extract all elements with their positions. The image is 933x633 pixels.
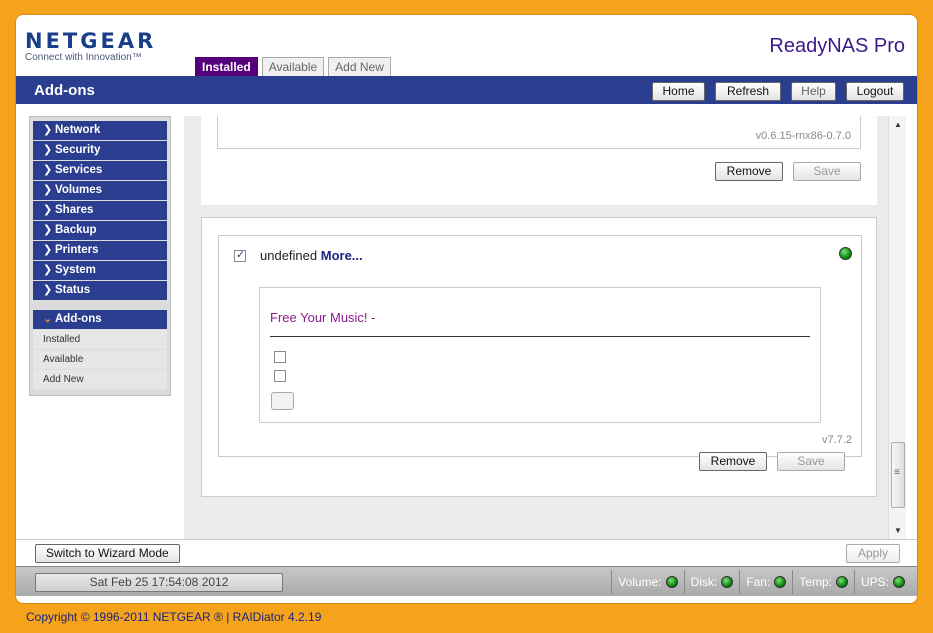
- sidebar-item-shares[interactable]: ❯ Shares: [33, 201, 167, 220]
- sensor-disk[interactable]: Disk:: [683, 570, 740, 594]
- app-frame: NETGEAR Connect with Innovation™ ReadyNA…: [15, 14, 918, 604]
- sidebar-item-label: Volumes: [55, 184, 103, 196]
- tab-available[interactable]: Available: [261, 57, 325, 76]
- chevron-right-icon: ❯: [43, 284, 53, 296]
- sensor-ups[interactable]: UPS:: [853, 570, 911, 594]
- netgear-logo: NETGEAR Connect with Innovation™: [25, 29, 156, 63]
- sidebar-item-label: Printers: [55, 244, 99, 256]
- addon-status-icon: [839, 247, 852, 260]
- chevron-down-icon: ⌄: [43, 313, 53, 325]
- addons-list: v0.6.15-rnx86-0.7.0 Remove Save undefine…: [184, 116, 906, 539]
- sidebar-item-label: Security: [55, 144, 101, 156]
- divider: [270, 336, 810, 337]
- sidebar-item-label: Status: [55, 284, 91, 296]
- addon-settings-title: Free Your Music! -: [270, 310, 376, 325]
- copyright-text: Copyright © 1996-2011 NETGEAR ® | RAIDia…: [26, 610, 322, 624]
- addon-version: v0.6.15-rnx86-0.7.0: [755, 130, 851, 142]
- chevron-right-icon: ❯: [43, 164, 53, 176]
- apply-button[interactable]: Apply: [846, 544, 900, 563]
- option-checkbox[interactable]: [274, 351, 286, 363]
- sidebar-item-status[interactable]: ❯ Status: [33, 281, 167, 300]
- sidebar-item-security[interactable]: ❯ Security: [33, 141, 167, 160]
- tab-add-new[interactable]: Add New: [328, 57, 391, 76]
- sensor-label: Fan:: [746, 575, 771, 589]
- top-buttons: Home Refresh Help Logout: [652, 82, 904, 101]
- sensor-fan[interactable]: Fan:: [739, 570, 792, 594]
- status-led-icon: [665, 576, 678, 588]
- chevron-right-icon: ❯: [43, 224, 53, 236]
- wizard-mode-button[interactable]: Switch to Wizard Mode: [35, 544, 180, 563]
- addon-box: v0.6.15-rnx86-0.7.0: [217, 116, 861, 149]
- scroll-up-icon[interactable]: ▲: [894, 120, 902, 129]
- sensor-label: Disk:: [690, 575, 718, 589]
- option-checkbox[interactable]: [274, 370, 286, 382]
- logout-button[interactable]: Logout: [846, 82, 904, 101]
- sidebar-item-services[interactable]: ❯ Services: [33, 161, 167, 180]
- scroll-down-icon[interactable]: ▼: [894, 526, 902, 535]
- settings-button[interactable]: [271, 392, 294, 410]
- sidebar-subitem-add-new[interactable]: Add New: [33, 370, 167, 389]
- chevron-right-icon: ❯: [43, 144, 53, 156]
- sensor-label: UPS:: [860, 575, 889, 589]
- top-tabs: Installed Available Add New: [195, 57, 391, 76]
- save-button[interactable]: Save: [777, 452, 845, 471]
- sidebar-item-printers[interactable]: ❯ Printers: [33, 241, 167, 260]
- sidebar-item-label: Backup: [55, 224, 97, 236]
- datetime-display: Sat Feb 25 17:54:08 2012: [35, 573, 283, 592]
- scroll-thumb[interactable]: [891, 442, 905, 508]
- sidebar-item-label: Add-ons: [55, 313, 102, 325]
- status-bar: Sat Feb 25 17:54:08 2012 Volume: Disk: F…: [16, 566, 917, 596]
- sidebar-subitem-available[interactable]: Available: [33, 350, 167, 369]
- chevron-right-icon: ❯: [43, 184, 53, 196]
- sidebar-item-label: System: [55, 264, 96, 276]
- addon-version: v7.7.2: [822, 434, 852, 446]
- brand-tagline: Connect with Innovation™: [25, 52, 142, 63]
- sensor-label: Temp:: [799, 575, 832, 589]
- save-button[interactable]: Save: [793, 162, 861, 181]
- sidebar-item-network[interactable]: ❯ Network: [33, 121, 167, 140]
- page-title: Add-ons: [34, 82, 95, 99]
- remove-button[interactable]: Remove: [715, 162, 783, 181]
- sidebar-item-label: Shares: [55, 204, 94, 216]
- product-name: ReadyNAS Pro: [769, 35, 905, 57]
- addon-name: undefined: [260, 248, 318, 263]
- sensor-label: Volume:: [618, 575, 662, 589]
- sidebar-item-volumes[interactable]: ❯ Volumes: [33, 181, 167, 200]
- status-led-icon: [774, 576, 787, 588]
- health-sensors: Volume: Disk: Fan: Temp: UPS:: [611, 570, 911, 594]
- more-link[interactable]: More...: [321, 248, 363, 263]
- vertical-scrollbar[interactable]: ▲ ▼: [888, 116, 906, 539]
- sidebar-item-label: Services: [55, 164, 103, 176]
- status-led-icon: [835, 576, 848, 588]
- refresh-button[interactable]: Refresh: [715, 82, 781, 101]
- sidebar-item-add-ons[interactable]: ⌄ Add-ons: [33, 310, 167, 329]
- sidebar-item-system[interactable]: ❯ System: [33, 261, 167, 280]
- addon-box: undefined More... Free Your Music! - v7.…: [218, 235, 862, 457]
- status-led-icon: [893, 576, 905, 588]
- chevron-right-icon: ❯: [43, 124, 53, 136]
- status-led-icon: [721, 576, 734, 588]
- sidebar-divider: [33, 301, 167, 310]
- addon-enable-checkbox[interactable]: [234, 248, 246, 262]
- help-button[interactable]: Help: [791, 82, 836, 101]
- addon-panel: v0.6.15-rnx86-0.7.0 Remove Save: [201, 116, 877, 205]
- title-bar: Add-ons Home Refresh Help Logout: [16, 76, 917, 104]
- action-bar: Switch to Wizard Mode Apply: [16, 539, 917, 566]
- addon-panel: undefined More... Free Your Music! - v7.…: [201, 217, 877, 497]
- addon-settings-box: Free Your Music! -: [259, 287, 821, 423]
- sidebar-subitem-installed[interactable]: Installed: [33, 330, 167, 349]
- sidebar-item-label: Network: [55, 124, 101, 136]
- home-button[interactable]: Home: [652, 82, 705, 101]
- chevron-right-icon: ❯: [43, 264, 53, 276]
- chevron-right-icon: ❯: [43, 204, 53, 216]
- remove-button[interactable]: Remove: [699, 452, 767, 471]
- addon-title: undefined More...: [260, 248, 363, 263]
- tab-installed[interactable]: Installed: [195, 57, 258, 76]
- sidebar: ❯ Network ❯ Security ❯ Services ❯ Volumes ❯ S…: [29, 116, 171, 396]
- chevron-right-icon: ❯: [43, 244, 53, 256]
- sensor-volume[interactable]: Volume:: [611, 570, 683, 594]
- brand-name: NETGEAR: [25, 29, 157, 53]
- sidebar-item-backup[interactable]: ❯ Backup: [33, 221, 167, 240]
- sensor-temp[interactable]: Temp:: [792, 570, 854, 594]
